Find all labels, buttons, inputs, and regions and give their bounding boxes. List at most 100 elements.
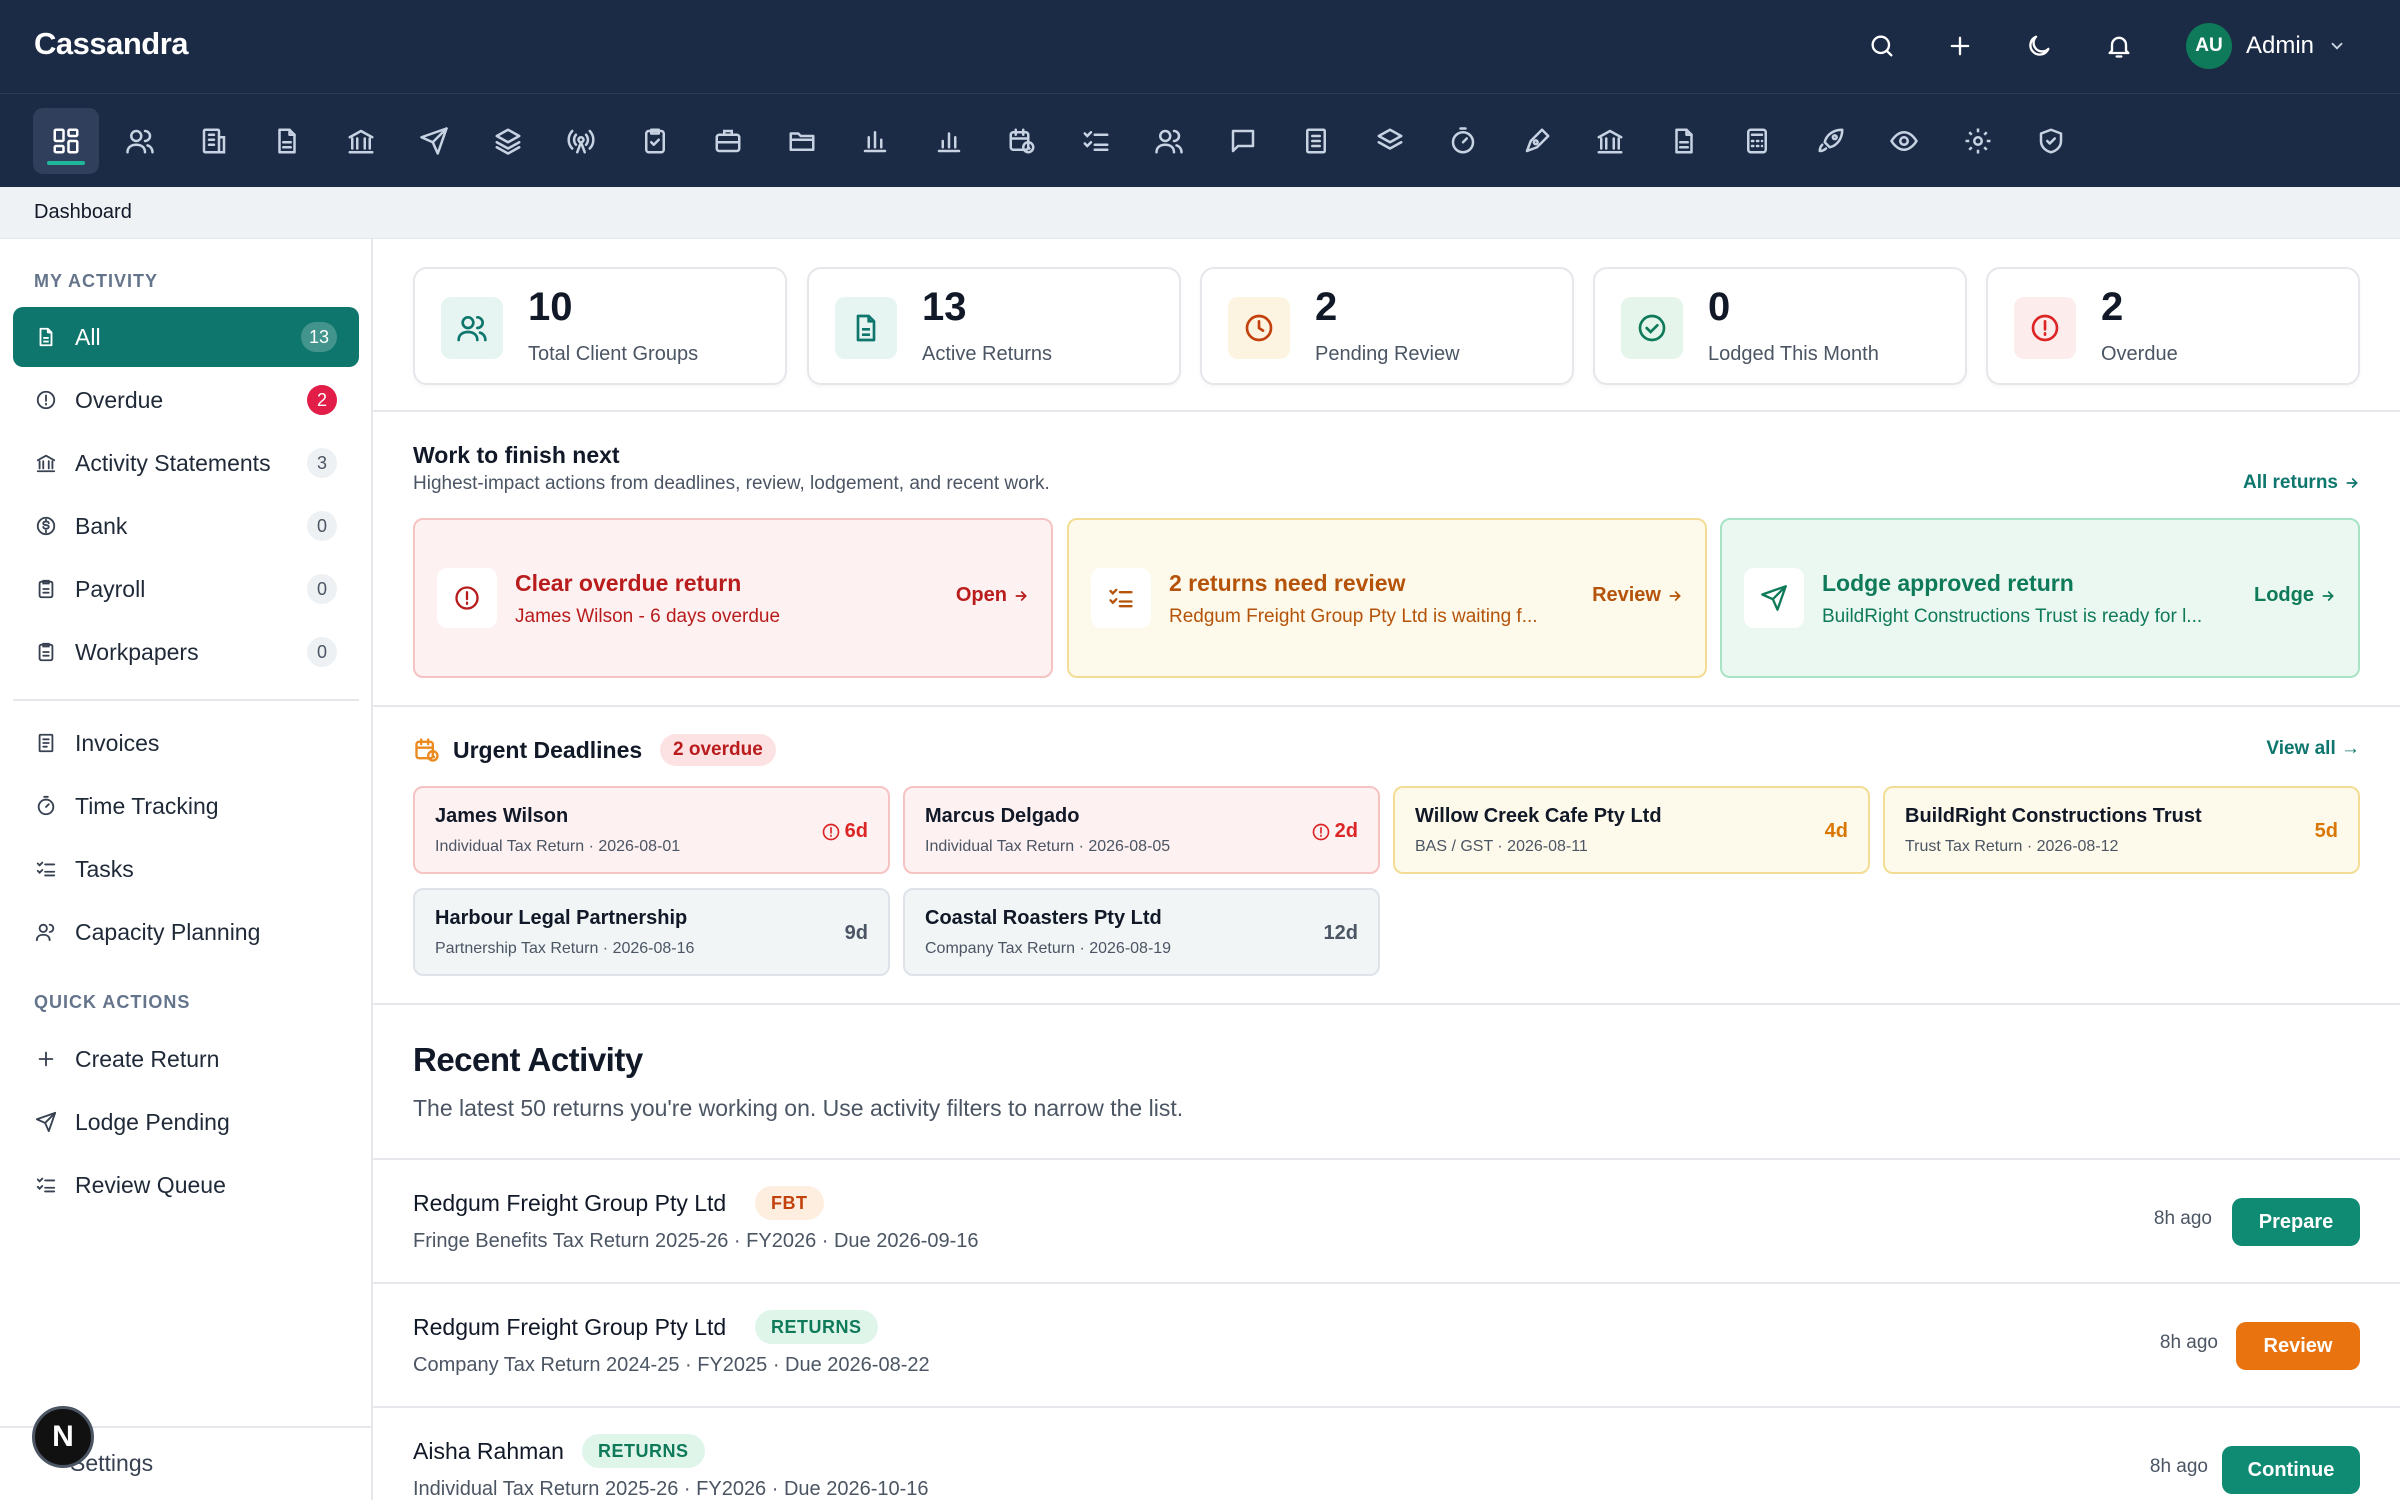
deadline-card[interactable]: James Wilson Individual Tax Return · 202… bbox=[413, 786, 890, 874]
sidebar-item-review-queue[interactable]: Review Queue bbox=[13, 1155, 359, 1215]
nav-timer-icon[interactable] bbox=[1430, 108, 1496, 174]
client-name: Redgum Freight Group Pty Ltd bbox=[413, 1190, 727, 1216]
nav-clients-icon[interactable] bbox=[107, 108, 173, 174]
stat-label: Total Client Groups bbox=[528, 343, 699, 365]
sidebar-item-all[interactable]: All 13 bbox=[13, 307, 359, 367]
sidebar-item-overdue[interactable]: Overdue 2 bbox=[13, 370, 359, 430]
return-detail: Individual Tax Return 2025-26 · FY2026 ·… bbox=[413, 1478, 929, 1500]
sidebar-item-lodge-pending[interactable]: Lodge Pending bbox=[13, 1092, 359, 1152]
clock-icon bbox=[1228, 297, 1290, 359]
stat-value: 2 bbox=[1315, 285, 1338, 329]
stat-card-pending-review[interactable]: 2 Pending Review bbox=[1200, 267, 1574, 385]
brand-logo[interactable]: Cassandra bbox=[34, 26, 189, 62]
nav-file-text-icon[interactable] bbox=[1651, 108, 1717, 174]
deadline-card[interactable]: Harbour Legal Partnership Partnership Ta… bbox=[413, 888, 890, 976]
sidebar-item-create-return[interactable]: Create Return bbox=[13, 1029, 359, 1089]
assistant-button[interactable]: N bbox=[32, 1406, 94, 1468]
sidebar-item-label: Tasks bbox=[75, 855, 134, 882]
breadcrumb-current: Dashboard bbox=[34, 201, 132, 223]
action-title: Clear overdue return bbox=[515, 570, 742, 596]
nav-pen-icon[interactable] bbox=[1504, 108, 1570, 174]
sidebar-item-label: Time Tracking bbox=[75, 792, 219, 819]
nav-checklist-icon[interactable] bbox=[1063, 108, 1129, 174]
view-all-link[interactable]: View all → bbox=[2266, 738, 2360, 760]
sidebar-item-invoices[interactable]: Invoices bbox=[13, 713, 359, 773]
clipboard-list-icon bbox=[33, 639, 59, 665]
nav-dashboard-icon[interactable] bbox=[33, 108, 99, 174]
action-card-review[interactable]: 2 returns need review Redgum Freight Gro… bbox=[1067, 518, 1707, 678]
plus-icon[interactable] bbox=[1940, 26, 1980, 66]
nav-team-icon[interactable] bbox=[1136, 108, 1202, 174]
sidebar-item-label: Lodge Pending bbox=[75, 1108, 230, 1135]
sidebar-item-time-tracking[interactable]: Time Tracking bbox=[13, 776, 359, 836]
nav-bar-chart-icon[interactable] bbox=[842, 108, 908, 174]
stat-value: 2 bbox=[2101, 285, 2124, 329]
table-row[interactable]: Redgum Freight Group Pty Ltd RETURNS Com… bbox=[373, 1282, 2400, 1406]
plus-icon bbox=[33, 1046, 59, 1072]
checklist-icon bbox=[33, 856, 59, 882]
nav-broadcast-icon[interactable] bbox=[548, 108, 614, 174]
stat-card-overdue[interactable]: 2 Overdue bbox=[1986, 267, 2360, 385]
nav-document-icon[interactable] bbox=[254, 108, 320, 174]
review-button[interactable]: Review bbox=[2236, 1322, 2360, 1370]
stat-card-client-groups[interactable]: 10 Total Client Groups bbox=[413, 267, 787, 385]
nav-analytics-icon[interactable] bbox=[916, 108, 982, 174]
stat-label: Overdue bbox=[2101, 343, 2178, 365]
action-label: Review bbox=[1592, 584, 1661, 606]
deadline-card[interactable]: Marcus Delgado Individual Tax Return · 2… bbox=[903, 786, 1380, 874]
nav-message-icon[interactable] bbox=[1210, 108, 1276, 174]
sidebar-item-activity-statements[interactable]: Activity Statements 3 bbox=[13, 433, 359, 493]
lodge-link[interactable]: Lodge bbox=[2254, 584, 2336, 607]
nav-bank-icon[interactable] bbox=[328, 108, 394, 174]
stat-card-active-returns[interactable]: 13 Active Returns bbox=[807, 267, 1181, 385]
deadline-card[interactable]: BuildRight Constructions Trust Trust Tax… bbox=[1883, 786, 2360, 874]
open-link[interactable]: Open bbox=[956, 584, 1029, 607]
prepare-button[interactable]: Prepare bbox=[2232, 1198, 2360, 1246]
sidebar-item-capacity-planning[interactable]: Capacity Planning bbox=[13, 902, 359, 962]
type-tag: RETURNS bbox=[582, 1434, 705, 1468]
moon-icon[interactable] bbox=[2019, 26, 2059, 66]
nav-send-icon[interactable] bbox=[401, 108, 467, 174]
arrow-right-icon bbox=[2344, 475, 2360, 491]
sidebar-item-bank[interactable]: Bank 0 bbox=[13, 496, 359, 556]
nav-eye-icon[interactable] bbox=[1871, 108, 1937, 174]
sidebar-item-label: Create Return bbox=[75, 1045, 220, 1072]
recent-activity-title: Recent Activity bbox=[413, 1041, 643, 1078]
nav-receipt-icon[interactable] bbox=[1283, 108, 1349, 174]
all-returns-link[interactable]: All returns bbox=[2243, 472, 2360, 494]
review-link[interactable]: Review bbox=[1592, 584, 1683, 607]
deadline-card[interactable]: Willow Creek Cafe Pty Ltd BAS / GST · 20… bbox=[1393, 786, 1870, 874]
main-content: 10 Total Client Groups 13 Active Returns… bbox=[373, 239, 2400, 1500]
nav-stack-icon[interactable] bbox=[1357, 108, 1423, 174]
sidebar-item-tasks[interactable]: Tasks bbox=[13, 839, 359, 899]
sidebar-item-workpapers[interactable]: Workpapers 0 bbox=[13, 622, 359, 682]
table-row[interactable]: Redgum Freight Group Pty Ltd FBT Fringe … bbox=[373, 1158, 2400, 1282]
nav-clipboard-check-icon[interactable] bbox=[622, 108, 688, 174]
search-icon[interactable] bbox=[1862, 26, 1902, 66]
nav-calculator-icon[interactable] bbox=[1724, 108, 1790, 174]
action-card-lodge[interactable]: Lodge approved return BuildRight Constru… bbox=[1720, 518, 2360, 678]
nav-calendar-clock-icon[interactable] bbox=[989, 108, 1055, 174]
count-badge: 0 bbox=[307, 574, 337, 604]
table-row[interactable]: Aisha Rahman RETURNS Individual Tax Retu… bbox=[373, 1406, 2400, 1500]
nav-shield-check-icon[interactable] bbox=[2018, 108, 2084, 174]
deadline-detail: Individual Tax Return · 2026-08-01 bbox=[435, 838, 681, 855]
bell-icon[interactable] bbox=[2099, 26, 2139, 66]
nav-institution-icon[interactable] bbox=[1577, 108, 1643, 174]
action-card-overdue[interactable]: Clear overdue return James Wilson - 6 da… bbox=[413, 518, 1053, 678]
nav-settings-icon[interactable] bbox=[1945, 108, 2011, 174]
nav-briefcase-icon[interactable] bbox=[695, 108, 761, 174]
clipboard-icon bbox=[33, 576, 59, 602]
nav-rocket-icon[interactable] bbox=[1798, 108, 1864, 174]
stat-card-lodged[interactable]: 0 Lodged This Month bbox=[1593, 267, 1967, 385]
nav-building-icon[interactable] bbox=[181, 108, 247, 174]
sidebar-item-payroll[interactable]: Payroll 0 bbox=[13, 559, 359, 619]
deadline-card[interactable]: Coastal Roasters Pty Ltd Company Tax Ret… bbox=[903, 888, 1380, 976]
count-badge: 2 bbox=[307, 385, 337, 415]
arrow-right-icon bbox=[2320, 588, 2336, 604]
nav-layers-icon[interactable] bbox=[475, 108, 541, 174]
client-name: Aisha Rahman bbox=[413, 1438, 564, 1464]
user-menu[interactable]: AU Admin bbox=[2186, 22, 2346, 70]
continue-button[interactable]: Continue bbox=[2222, 1446, 2360, 1494]
nav-folder-icon[interactable] bbox=[769, 108, 835, 174]
